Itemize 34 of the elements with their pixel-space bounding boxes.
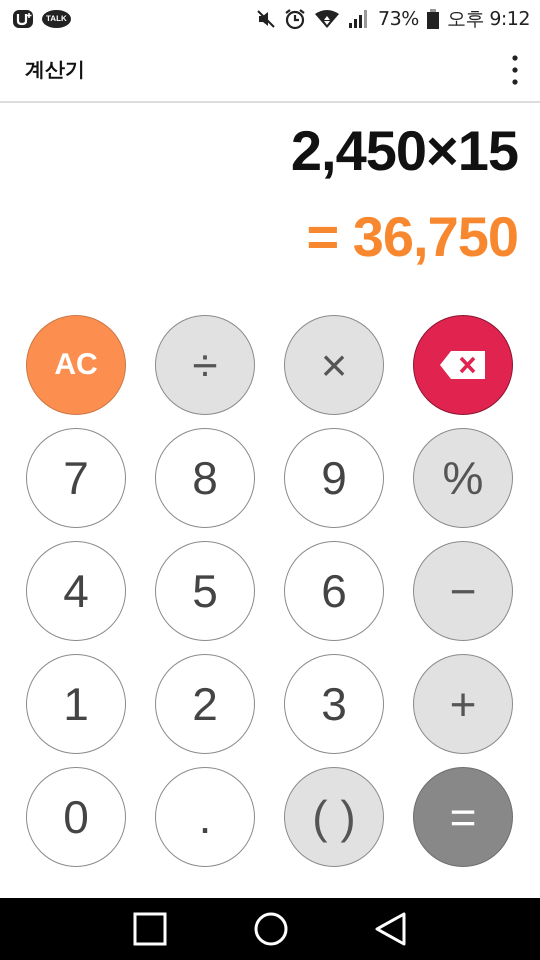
result: = 36,750 bbox=[306, 204, 518, 270]
digit-button[interactable]: 4 bbox=[26, 541, 126, 641]
expression: 2,450×15 bbox=[290, 118, 518, 184]
wifi-icon bbox=[314, 9, 340, 29]
equals-button[interactable]: = bbox=[413, 767, 513, 867]
mute-icon bbox=[256, 9, 276, 29]
operator-button[interactable]: + bbox=[413, 654, 513, 754]
battery-icon bbox=[426, 9, 439, 29]
digit-button[interactable]: 5 bbox=[155, 541, 255, 641]
operator-button[interactable]: ( ) bbox=[284, 767, 384, 867]
backspace-icon bbox=[439, 349, 487, 381]
operator-button[interactable]: × bbox=[284, 315, 384, 415]
digit-button[interactable]: 0 bbox=[26, 767, 126, 867]
digit-button[interactable]: 1 bbox=[26, 654, 126, 754]
digit-button[interactable]: 2 bbox=[155, 654, 255, 754]
digit-button[interactable]: 9 bbox=[284, 428, 384, 528]
digit-button[interactable]: 8 bbox=[155, 428, 255, 528]
clock: 오후 9:12 bbox=[446, 7, 530, 32]
digit-button[interactable]: 6 bbox=[284, 541, 384, 641]
alarm-icon bbox=[284, 8, 306, 30]
battery-percentage: 73% bbox=[378, 8, 419, 30]
digit-button[interactable]: . bbox=[155, 767, 255, 867]
digit-button[interactable]: 3 bbox=[284, 654, 384, 754]
digit-button[interactable]: 7 bbox=[26, 428, 126, 528]
operator-button[interactable]: ÷ bbox=[155, 315, 255, 415]
carrier-logo-icon bbox=[12, 9, 34, 29]
app-title: 계산기 bbox=[25, 58, 85, 83]
home-icon[interactable] bbox=[254, 912, 288, 946]
operator-button[interactable]: − bbox=[413, 541, 513, 641]
recent-apps-icon[interactable] bbox=[133, 912, 168, 946]
operator-button[interactable]: % bbox=[413, 428, 513, 528]
back-icon[interactable] bbox=[374, 912, 407, 946]
more-options-icon[interactable] bbox=[512, 54, 518, 84]
chat-app-icon: TALK bbox=[42, 10, 71, 28]
